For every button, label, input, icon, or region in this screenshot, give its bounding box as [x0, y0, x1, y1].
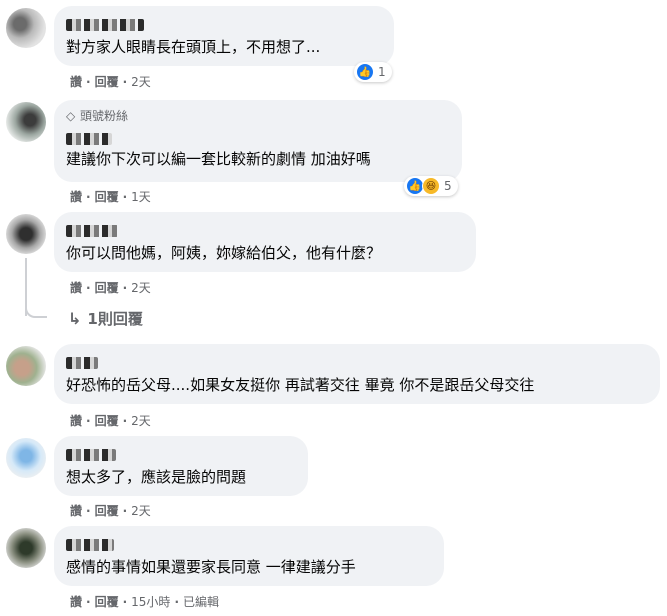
comment-text: 建議你下次可以編一套比較新的劇情 加油好嗎: [66, 150, 371, 168]
comment-actions: 讚 · 回覆 · 1天: [70, 190, 151, 204]
reaction-count: 1: [378, 65, 386, 79]
comment-text: 好恐怖的岳父母....如果女友挺你 再試著交往 畢竟 你不是跟岳父母交往: [66, 376, 535, 394]
commenter-name[interactable]: [66, 220, 464, 239]
reaction-count: 5: [444, 179, 452, 193]
edited-label: 已編輯: [183, 595, 220, 609]
timestamp[interactable]: 15小時: [131, 595, 170, 609]
comment-actions: 讚 · 回覆 · 15小時 · 已編輯: [70, 595, 220, 609]
reply-button[interactable]: 回覆: [95, 281, 119, 295]
timestamp[interactable]: 1天: [131, 190, 151, 204]
comment-bubble: 感情的事情如果還要家長同意 一律建議分手: [54, 526, 444, 586]
comment-bubble: 想太多了，應該是臉的問題: [54, 436, 308, 496]
commenter-name[interactable]: [66, 14, 382, 33]
reaction-summary[interactable]: 👍 1: [354, 62, 392, 82]
timestamp[interactable]: 2天: [131, 281, 151, 295]
avatar[interactable]: [6, 8, 46, 48]
reply-button[interactable]: 回覆: [95, 414, 119, 428]
comment-text: 想太多了，應該是臉的問題: [66, 468, 247, 486]
timestamp[interactable]: 2天: [131, 75, 151, 89]
reply-button[interactable]: 回覆: [95, 595, 119, 609]
like-button[interactable]: 讚: [70, 281, 82, 295]
like-button[interactable]: 讚: [70, 504, 82, 518]
reply-button[interactable]: 回覆: [95, 75, 119, 89]
timestamp[interactable]: 2天: [131, 504, 151, 518]
comment-bubble: 對方家人眼睛長在頭頂上，不用想了...: [54, 6, 394, 66]
reply-button[interactable]: 回覆: [95, 190, 119, 204]
avatar[interactable]: [6, 438, 46, 478]
comment-bubble: ◇ 頭號粉絲 建議你下次可以編一套比較新的劇情 加油好嗎: [54, 100, 462, 182]
reaction-summary[interactable]: 👍 😆 5: [404, 176, 458, 196]
diamond-icon: ◇: [66, 109, 76, 123]
like-button[interactable]: 讚: [70, 414, 82, 428]
top-fan-badge[interactable]: ◇ 頭號粉絲: [66, 108, 450, 124]
reply-button[interactable]: 回覆: [95, 504, 119, 518]
commenter-name[interactable]: [66, 534, 432, 553]
like-icon: 👍: [356, 63, 374, 81]
thread-connector: [25, 300, 47, 318]
avatar[interactable]: [6, 214, 46, 254]
like-button[interactable]: 讚: [70, 190, 82, 204]
view-replies-link[interactable]: ↳ 1則回覆: [68, 308, 143, 329]
avatar[interactable]: [6, 528, 46, 568]
avatar[interactable]: [6, 102, 46, 142]
like-button[interactable]: 讚: [70, 595, 82, 609]
comment-actions: 讚 · 回覆 · 2天: [70, 414, 151, 428]
comment-actions: 讚 · 回覆 · 2天: [70, 75, 151, 89]
commenter-name[interactable]: [66, 444, 296, 463]
comment-text: 對方家人眼睛長在頭頂上，不用想了...: [66, 38, 321, 56]
reply-arrow-icon: ↳: [68, 309, 82, 328]
commenter-name[interactable]: [66, 128, 450, 147]
timestamp[interactable]: 2天: [131, 414, 151, 428]
comment-bubble: 你可以問他媽，阿姨，妳嫁給伯父，他有什麼？: [54, 212, 476, 272]
comment-bubble: 好恐怖的岳父母....如果女友挺你 再試著交往 畢竟 你不是跟岳父母交往: [54, 344, 660, 404]
comment-actions: 讚 · 回覆 · 2天: [70, 504, 151, 518]
like-button[interactable]: 讚: [70, 75, 82, 89]
commenter-name[interactable]: [66, 352, 648, 371]
avatar[interactable]: [6, 346, 46, 386]
comment-text: 你可以問他媽，阿姨，妳嫁給伯父，他有什麼？: [66, 244, 382, 262]
comment-actions: 讚 · 回覆 · 2天: [70, 281, 151, 295]
comment-text: 感情的事情如果還要家長同意 一律建議分手: [66, 558, 356, 576]
haha-icon: 😆: [422, 177, 440, 195]
